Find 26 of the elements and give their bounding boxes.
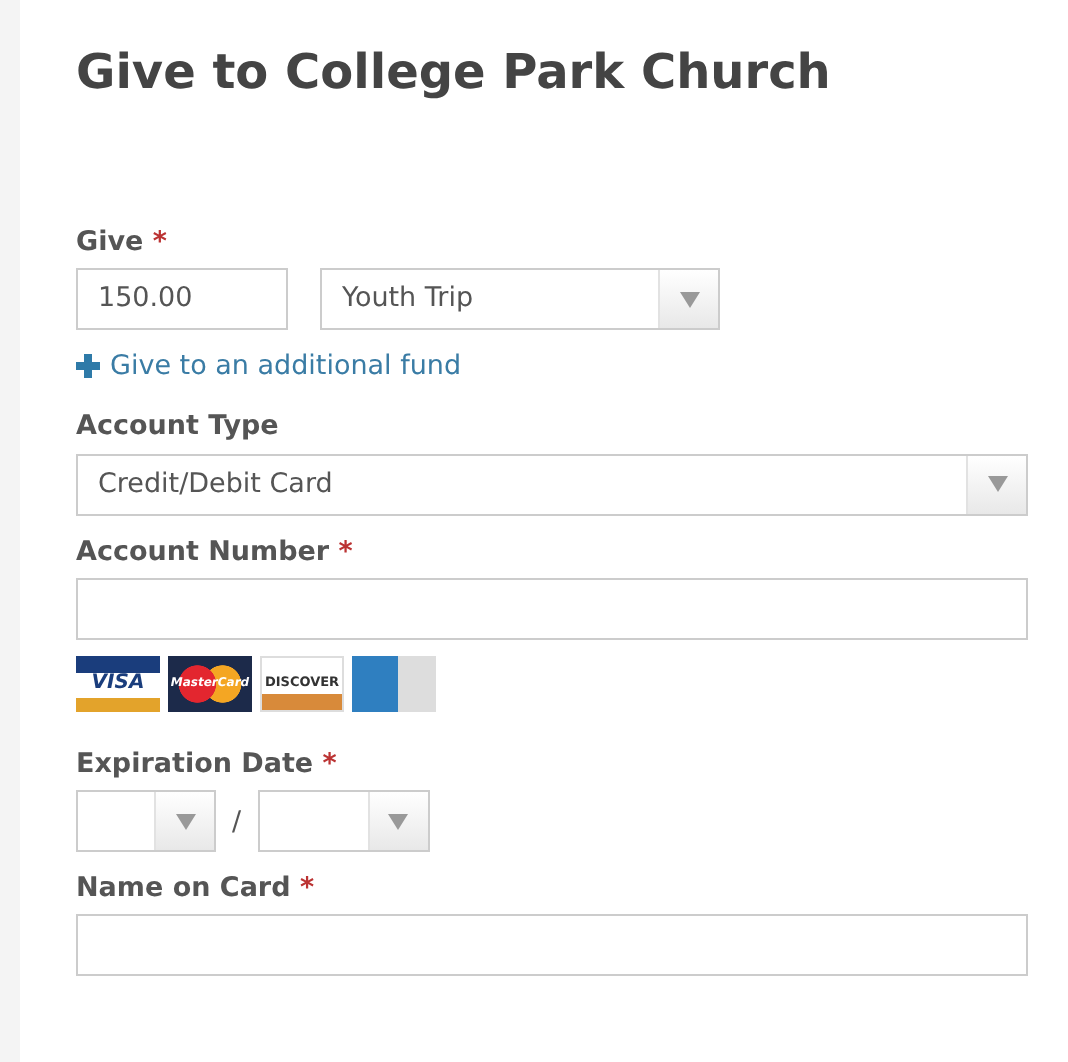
field-label: Expiration Date [76,747,314,780]
field-label: Account Type [76,410,279,443]
add-fund-link[interactable]: Give to an additional fund [76,346,462,387]
dropdown-arrow-icon [987,476,1007,493]
year-select[interactable] [257,790,430,853]
field-label: Account Number [76,535,330,568]
account-type-select[interactable]: Credit/Debit Card [76,453,1028,516]
amount-field[interactable]: 150.00 [76,268,288,331]
text-input[interactable] [76,914,1028,977]
field-label: Give [76,225,144,258]
page-title: Give to College Park Church [76,44,833,102]
text-input[interactable] [76,577,1028,640]
dropdown-arrow-icon [388,813,409,830]
date-separator: / [232,803,242,842]
visa-card-icon: VISA [76,655,160,712]
month-select[interactable] [76,790,216,853]
dropdown-arrow-icon [175,813,195,830]
fund-select[interactable]: Youth Trip [320,268,720,331]
required-marker: * [152,225,167,258]
amex-card-icon [352,655,436,712]
plus-icon [76,354,100,379]
dropdown-arrow-icon [679,291,699,308]
field-label: Name on Card [76,872,291,905]
required-marker: * [322,747,337,780]
required-marker: * [338,535,353,568]
required-marker: * [299,872,315,905]
